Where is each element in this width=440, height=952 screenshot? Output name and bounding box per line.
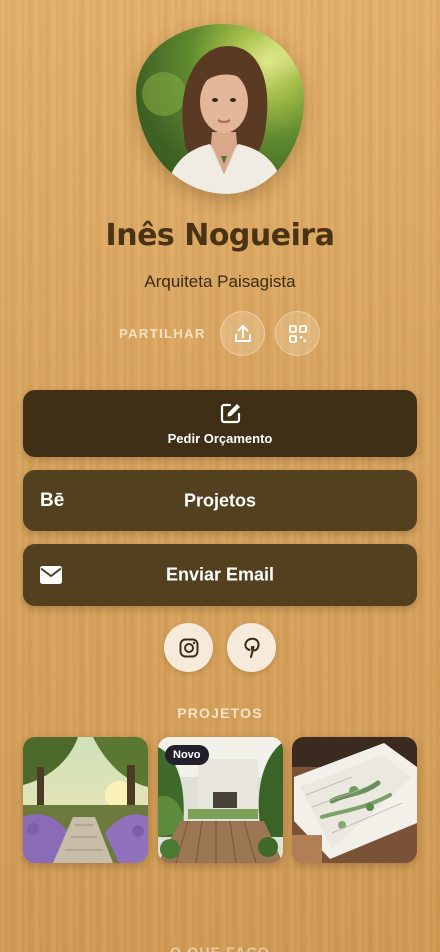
project-thumbnail-deck-garden[interactable]: Novo (158, 737, 283, 863)
request-quote-label: Pedir Orçamento (167, 431, 273, 446)
project-thumbnail-lavender-garden[interactable] (23, 737, 148, 863)
profile-avatar (136, 24, 304, 194)
garden-plan-sketch-image (292, 737, 417, 863)
pinterest-button[interactable] (227, 623, 276, 672)
pinterest-icon (243, 637, 260, 658)
profile-name: Inês Nogueira (105, 218, 335, 253)
profile-photo (142, 26, 304, 194)
share-label: PARTILHAR (119, 326, 206, 341)
request-quote-button[interactable]: Pedir Orçamento (23, 390, 417, 457)
send-email-button[interactable]: Enviar Email (23, 544, 417, 606)
new-badge: Novo (165, 745, 209, 765)
profile-role: Arquiteta Paisagista (144, 272, 296, 291)
projects-label: Projetos (183, 490, 257, 510)
share-upload-icon (234, 324, 251, 342)
send-email-label: Enviar Email (165, 564, 275, 585)
qr-code-icon (288, 324, 307, 343)
lavender-garden-image (23, 737, 148, 863)
share-button[interactable] (220, 311, 265, 356)
project-thumbnail-garden-plan[interactable] (292, 737, 417, 863)
projects-button[interactable]: Bē Projetos (23, 470, 417, 531)
instagram-button[interactable] (164, 623, 213, 672)
qr-code-button[interactable] (275, 311, 320, 356)
what-i-do-label: O QUE FAÇO (170, 944, 270, 952)
edit-icon (220, 403, 241, 424)
projects-section-title: PROJETOS (177, 705, 263, 721)
instagram-icon (179, 638, 198, 657)
